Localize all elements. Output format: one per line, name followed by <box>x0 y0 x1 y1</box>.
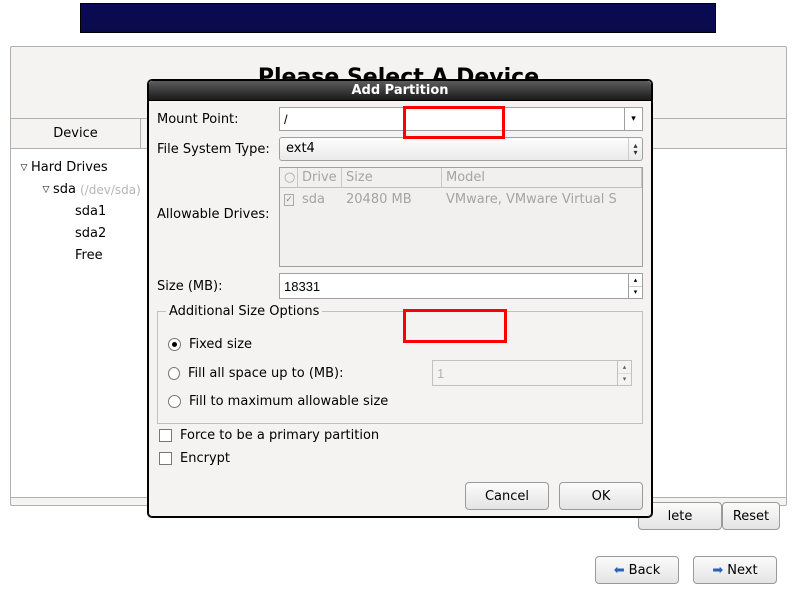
tree-label: Free <box>75 245 103 267</box>
footer-nav: ⬅ Back ➡ Next <box>595 556 777 584</box>
mount-point-input[interactable] <box>280 108 624 130</box>
tree-label: Hard Drives <box>31 157 108 179</box>
next-label: Next <box>727 563 757 578</box>
radio-icon[interactable] <box>168 367 180 380</box>
tree-label: sda2 <box>75 223 106 245</box>
select-stepper-icon[interactable]: ▴▾ <box>628 138 642 160</box>
reset-button-label: Reset <box>733 509 769 524</box>
size-spin-buttons[interactable]: ▴▾ <box>628 274 642 298</box>
tree-label: sda1 <box>75 201 106 223</box>
fs-type-select[interactable]: ext4 ▴▾ <box>279 137 643 161</box>
additional-size-legend: Additional Size Options <box>166 304 322 319</box>
check-label: Force to be a primary partition <box>180 428 379 443</box>
radio-fill-upto[interactable]: Fill all space up to (MB): ▴▾ <box>166 356 634 390</box>
radio-icon[interactable] <box>168 395 181 408</box>
check-force-primary[interactable]: Force to be a primary partition <box>157 424 643 447</box>
size-spinner[interactable]: ▴▾ <box>279 273 643 299</box>
ok-button[interactable]: OK <box>559 482 643 510</box>
checkbox-icon[interactable] <box>159 429 172 442</box>
reset-button[interactable]: Reset <box>722 502 780 530</box>
check-label: Encrypt <box>180 451 230 466</box>
dropdown-button[interactable]: ▾ <box>624 108 642 130</box>
label-allowable-drives: Allowable Drives: <box>157 167 279 222</box>
top-banner <box>80 3 716 33</box>
next-button[interactable]: ➡ Next <box>693 556 777 584</box>
fill-upto-spin-buttons: ▴▾ <box>617 361 631 385</box>
delete-button-label: lete <box>668 509 693 524</box>
checkbox-icon[interactable] <box>159 452 172 465</box>
cancel-label: Cancel <box>485 489 529 504</box>
drive-name: sda <box>298 190 342 209</box>
drive-row[interactable]: ✓ sda 20480 MB VMware, VMware Virtual S <box>280 188 642 211</box>
header-drive: Drive <box>298 168 342 187</box>
drive-size: 20480 MB <box>342 190 442 209</box>
column-device[interactable]: Device <box>11 119 141 148</box>
radio-label: Fill to maximum allowable size <box>189 394 388 409</box>
drive-list-header: ○ Drive Size Model <box>280 168 642 188</box>
back-label: Back <box>629 563 661 578</box>
arrow-right-icon: ➡ <box>712 563 723 578</box>
tree-label: sda <box>53 179 76 201</box>
expand-icon[interactable]: ▽ <box>17 157 31 179</box>
check-encrypt[interactable]: Encrypt <box>157 447 643 470</box>
header-size: Size <box>342 168 442 187</box>
radio-icon[interactable] <box>168 338 181 351</box>
spin-up-icon[interactable]: ▴ <box>629 274 642 287</box>
additional-size-options: Additional Size Options Fixed size Fill … <box>157 311 643 424</box>
add-partition-dialog: Add Partition Mount Point: ▾ File System… <box>148 80 652 517</box>
fs-type-value: ext4 <box>280 138 628 160</box>
drive-model: VMware, VMware Virtual S <box>442 190 642 209</box>
cancel-button[interactable]: Cancel <box>465 482 549 510</box>
radio-label: Fixed size <box>189 337 252 352</box>
drive-checkbox-icon[interactable]: ✓ <box>284 194 294 206</box>
label-mount-point: Mount Point: <box>157 112 279 127</box>
allowable-drives-list[interactable]: ○ Drive Size Model ✓ sda 20480 MB VMware… <box>279 167 643 267</box>
header-check-icon: ○ <box>280 168 298 187</box>
header-model: Model <box>442 168 642 187</box>
arrow-left-icon: ⬅ <box>614 563 625 578</box>
fill-upto-spinner: ▴▾ <box>432 360 632 386</box>
radio-fixed-size[interactable]: Fixed size <box>166 333 634 356</box>
fill-upto-input <box>433 361 617 385</box>
radio-label: Fill all space up to (MB): <box>188 366 432 381</box>
label-size: Size (MB): <box>157 279 279 294</box>
chevron-down-icon: ▾ <box>631 114 636 124</box>
dialog-title: Add Partition <box>149 81 651 101</box>
spin-down-icon[interactable]: ▾ <box>629 287 642 299</box>
mount-point-combo[interactable]: ▾ <box>279 107 643 131</box>
size-input[interactable] <box>280 274 628 298</box>
ok-label: OK <box>592 489 611 504</box>
back-button[interactable]: ⬅ Back <box>595 556 679 584</box>
radio-fill-max[interactable]: Fill to maximum allowable size <box>166 390 634 413</box>
label-fs-type: File System Type: <box>157 142 279 157</box>
expand-icon[interactable]: ▽ <box>39 179 53 201</box>
disk-path: (/dev/sda) <box>80 179 141 201</box>
